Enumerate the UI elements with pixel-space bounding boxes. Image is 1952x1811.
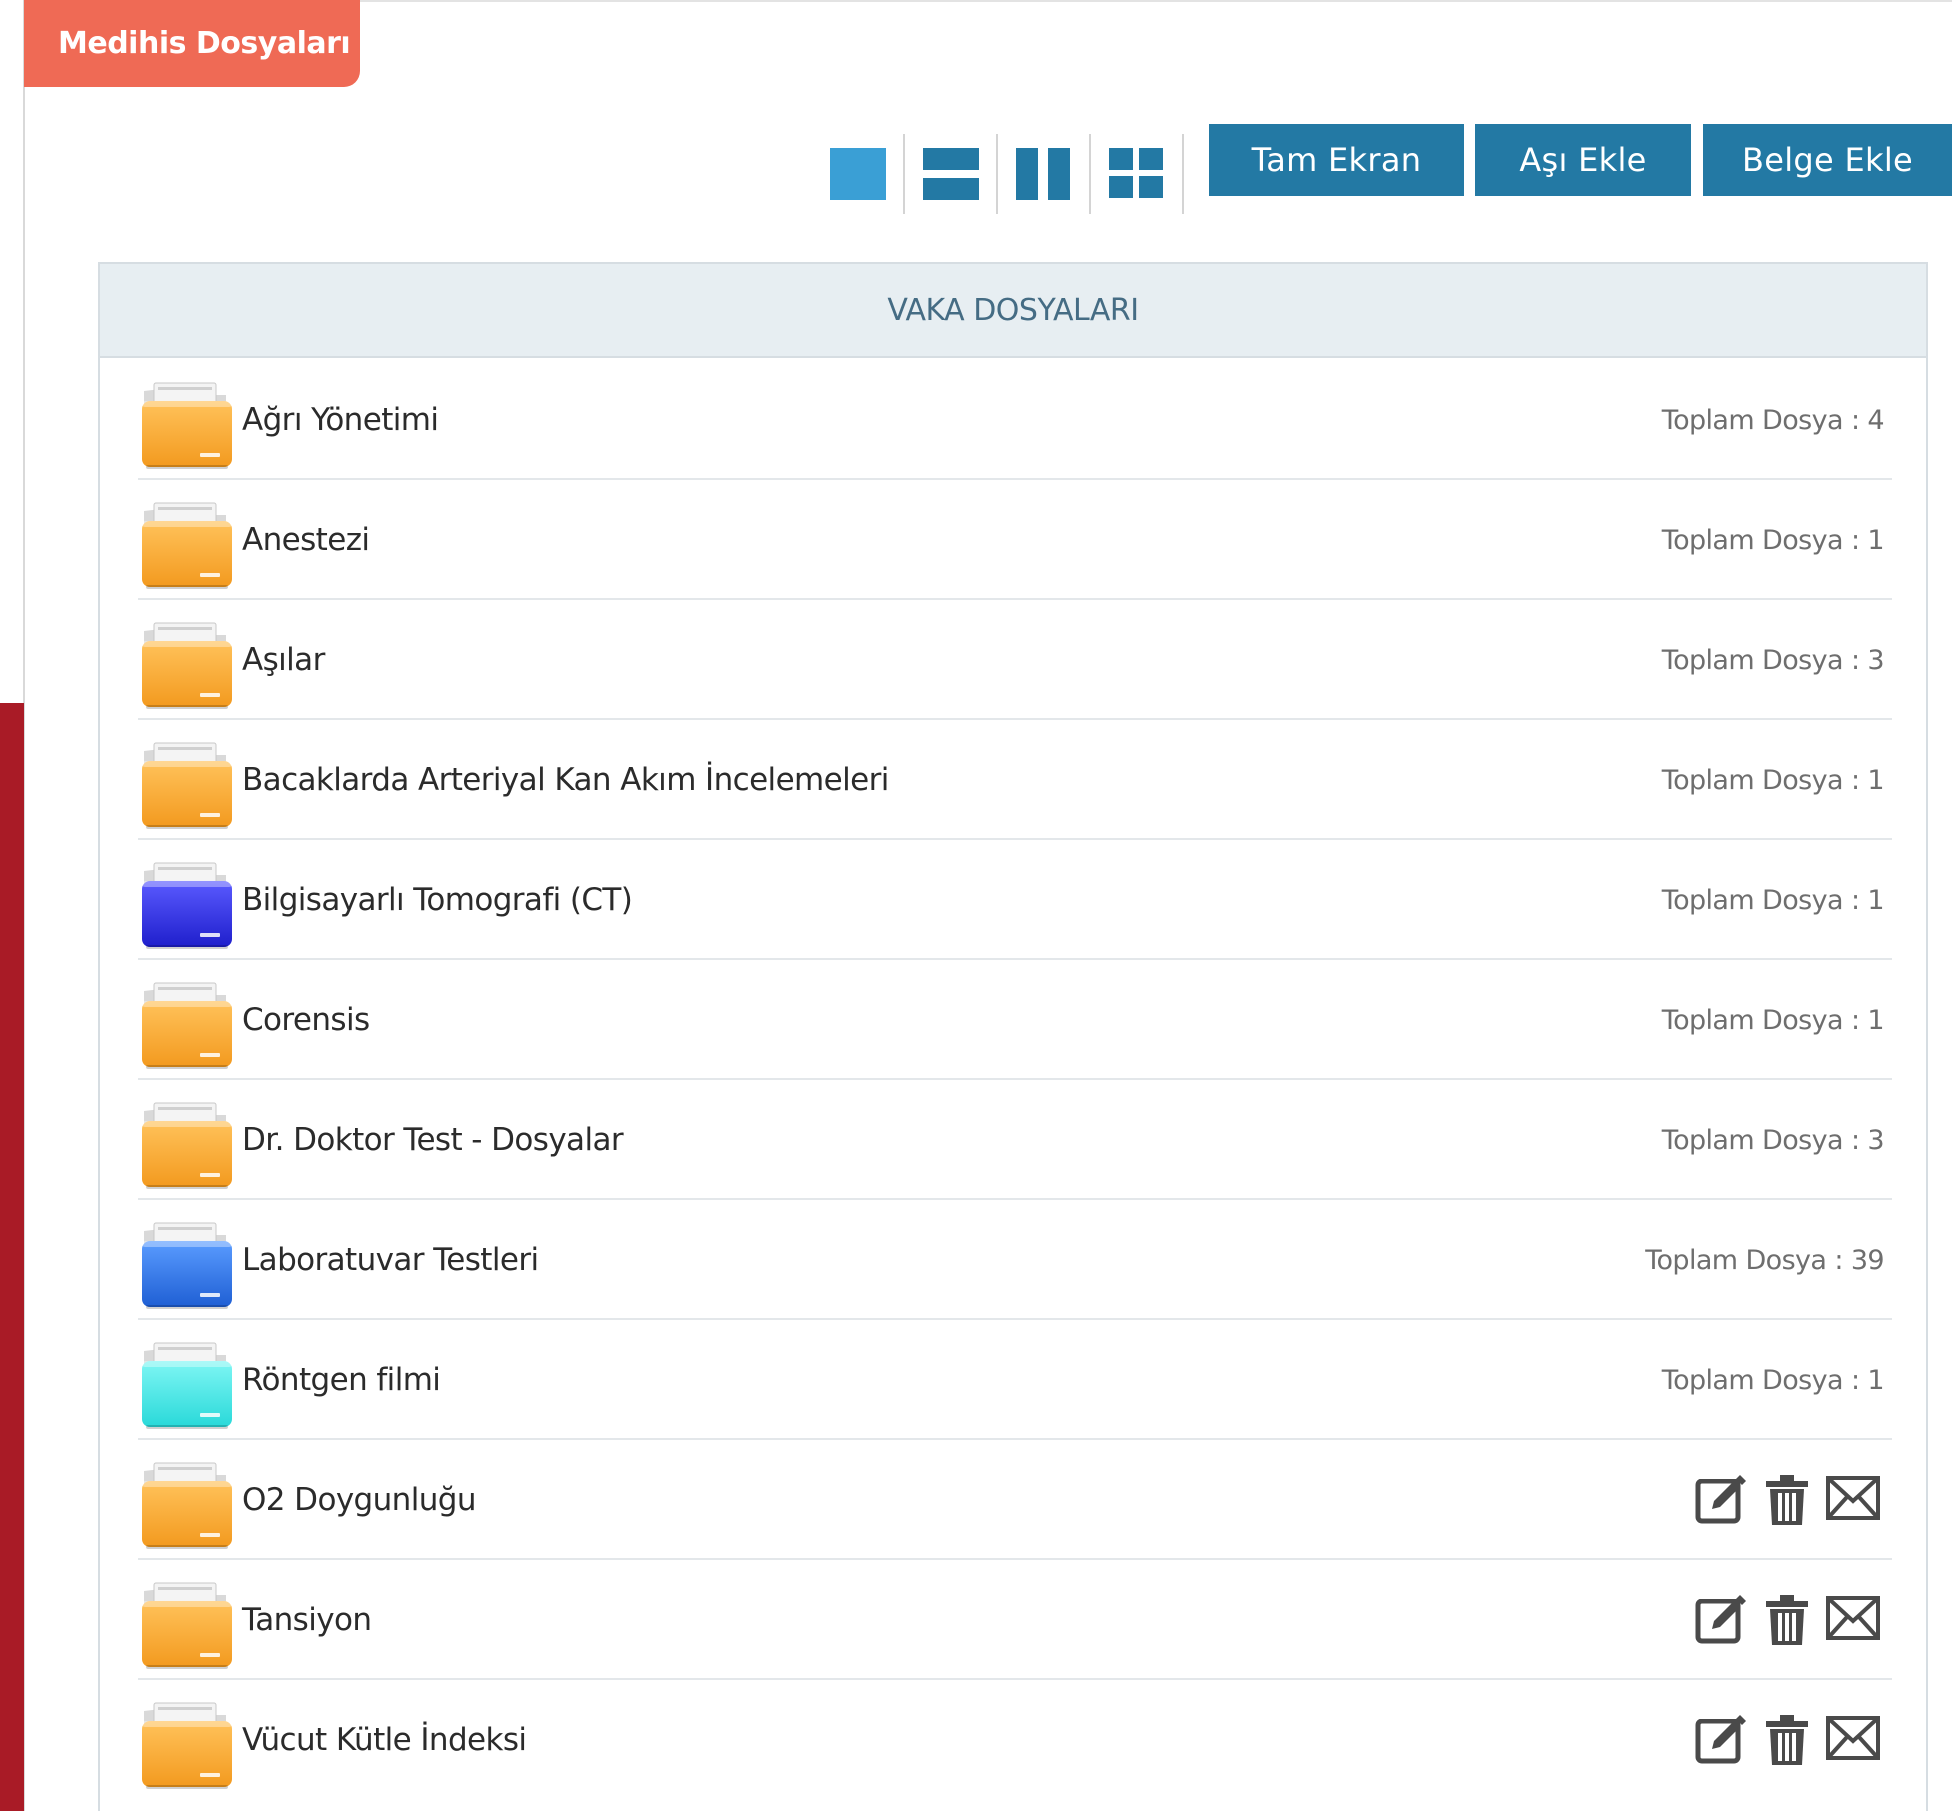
folder-icon xyxy=(138,1577,234,1673)
page-tab[interactable]: Medihis Dosyaları xyxy=(24,0,360,87)
file-row[interactable]: Corensis Toplam Dosya : 1 xyxy=(138,960,1892,1080)
row-actions xyxy=(1692,1470,1882,1530)
file-name[interactable]: Aşılar xyxy=(242,600,325,720)
edit-icon[interactable] xyxy=(1692,1591,1750,1649)
trash-icon[interactable] xyxy=(1758,1711,1816,1769)
file-name[interactable]: Anestezi xyxy=(242,480,370,600)
mail-icon[interactable] xyxy=(1824,1471,1882,1529)
trash-icon[interactable] xyxy=(1758,1591,1816,1649)
file-name[interactable]: Ağrı Yönetimi xyxy=(242,360,439,480)
file-name[interactable]: Bacaklarda Arteriyal Kan Akım İncelemele… xyxy=(242,720,889,840)
file-row[interactable]: Bacaklarda Arteriyal Kan Akım İncelemele… xyxy=(138,720,1892,840)
edit-icon[interactable] xyxy=(1692,1711,1750,1769)
folder-icon xyxy=(138,1217,234,1313)
view-separator xyxy=(1182,134,1184,214)
view-switcher xyxy=(812,134,1184,214)
view-rows-button[interactable] xyxy=(905,134,996,214)
file-row[interactable]: Anestezi Toplam Dosya : 1 xyxy=(138,480,1892,600)
folder-icon xyxy=(138,497,234,593)
file-row[interactable]: Tansiyon xyxy=(138,1560,1892,1680)
file-row[interactable]: Laboratuvar Testleri Toplam Dosya : 39 xyxy=(138,1200,1892,1320)
rows-view-icon xyxy=(922,148,979,200)
case-files-panel: VAKA DOSYALARI Ağrı Yönetimi Toplam Dosya… xyxy=(98,262,1928,1811)
file-row[interactable]: Dr. Doktor Test - Dosyalar Toplam Dosya :… xyxy=(138,1080,1892,1200)
grid-view-icon xyxy=(1108,148,1163,198)
file-list: Ağrı Yönetimi Toplam Dosya : 4 Anestezi Top… xyxy=(138,360,1892,1800)
file-row[interactable]: Bilgisayarlı Tomografi (CT) Toplam Dosya … xyxy=(138,840,1892,960)
view-columns-button[interactable] xyxy=(998,134,1089,214)
edit-icon[interactable] xyxy=(1692,1471,1750,1529)
file-name[interactable]: Corensis xyxy=(242,960,370,1080)
row-actions xyxy=(1692,1590,1882,1650)
file-count: Toplam Dosya : 1 xyxy=(1661,764,1885,796)
file-name[interactable]: Tansiyon xyxy=(242,1560,372,1680)
file-row[interactable]: Ağrı Yönetimi Toplam Dosya : 4 xyxy=(138,360,1892,480)
file-name[interactable]: O2 Doygunluğu xyxy=(242,1440,477,1560)
file-count: Toplam Dosya : 1 xyxy=(1661,884,1885,916)
trash-icon[interactable] xyxy=(1758,1471,1816,1529)
file-count: Toplam Dosya : 1 xyxy=(1661,1004,1885,1036)
mail-icon[interactable] xyxy=(1824,1711,1882,1769)
row-actions xyxy=(1692,1710,1882,1770)
file-name[interactable]: Dr. Doktor Test - Dosyalar xyxy=(242,1080,624,1200)
file-count: Toplam Dosya : 3 xyxy=(1661,644,1885,676)
folder-icon xyxy=(138,1337,234,1433)
panel-header: VAKA DOSYALARI xyxy=(100,264,1926,358)
file-row[interactable]: Aşılar Toplam Dosya : 3 xyxy=(138,600,1892,720)
page: Medihis Dosyaları Tam Ekran Aşı Ekle Bel… xyxy=(0,0,1952,1811)
mail-icon[interactable] xyxy=(1824,1591,1882,1649)
folder-icon xyxy=(138,977,234,1073)
view-single-button[interactable] xyxy=(812,134,903,214)
file-count: Toplam Dosya : 1 xyxy=(1661,1364,1885,1396)
file-row[interactable]: Vücut Kütle İndeksi xyxy=(138,1680,1892,1800)
file-count: Toplam Dosya : 39 xyxy=(1645,1244,1884,1276)
single-view-icon xyxy=(829,148,886,200)
folder-icon xyxy=(138,617,234,713)
file-count: Toplam Dosya : 4 xyxy=(1661,404,1885,436)
file-count: Toplam Dosya : 3 xyxy=(1661,1124,1885,1156)
file-name[interactable]: Vücut Kütle İndeksi xyxy=(242,1680,527,1800)
file-name[interactable]: Röntgen filmi xyxy=(242,1320,441,1440)
add-document-button[interactable]: Belge Ekle xyxy=(1703,124,1952,196)
left-accent-bar xyxy=(0,703,24,1811)
folder-icon xyxy=(138,1457,234,1553)
columns-view-icon xyxy=(1015,148,1070,200)
view-grid-button[interactable] xyxy=(1091,134,1182,214)
file-name[interactable]: Bilgisayarlı Tomografi (CT) xyxy=(242,840,633,960)
folder-icon xyxy=(138,377,234,473)
fullscreen-button[interactable]: Tam Ekran xyxy=(1209,124,1464,196)
folder-icon xyxy=(138,1097,234,1193)
file-name[interactable]: Laboratuvar Testleri xyxy=(242,1200,539,1320)
file-row[interactable]: Röntgen filmi Toplam Dosya : 1 xyxy=(138,1320,1892,1440)
file-row[interactable]: O2 Doygunluğu xyxy=(138,1440,1892,1560)
folder-icon xyxy=(138,857,234,953)
folder-icon xyxy=(138,737,234,833)
add-vaccine-button[interactable]: Aşı Ekle xyxy=(1475,124,1691,196)
panel-title: VAKA DOSYALARI xyxy=(887,292,1139,328)
folder-icon xyxy=(138,1697,234,1793)
file-count: Toplam Dosya : 1 xyxy=(1661,524,1885,556)
